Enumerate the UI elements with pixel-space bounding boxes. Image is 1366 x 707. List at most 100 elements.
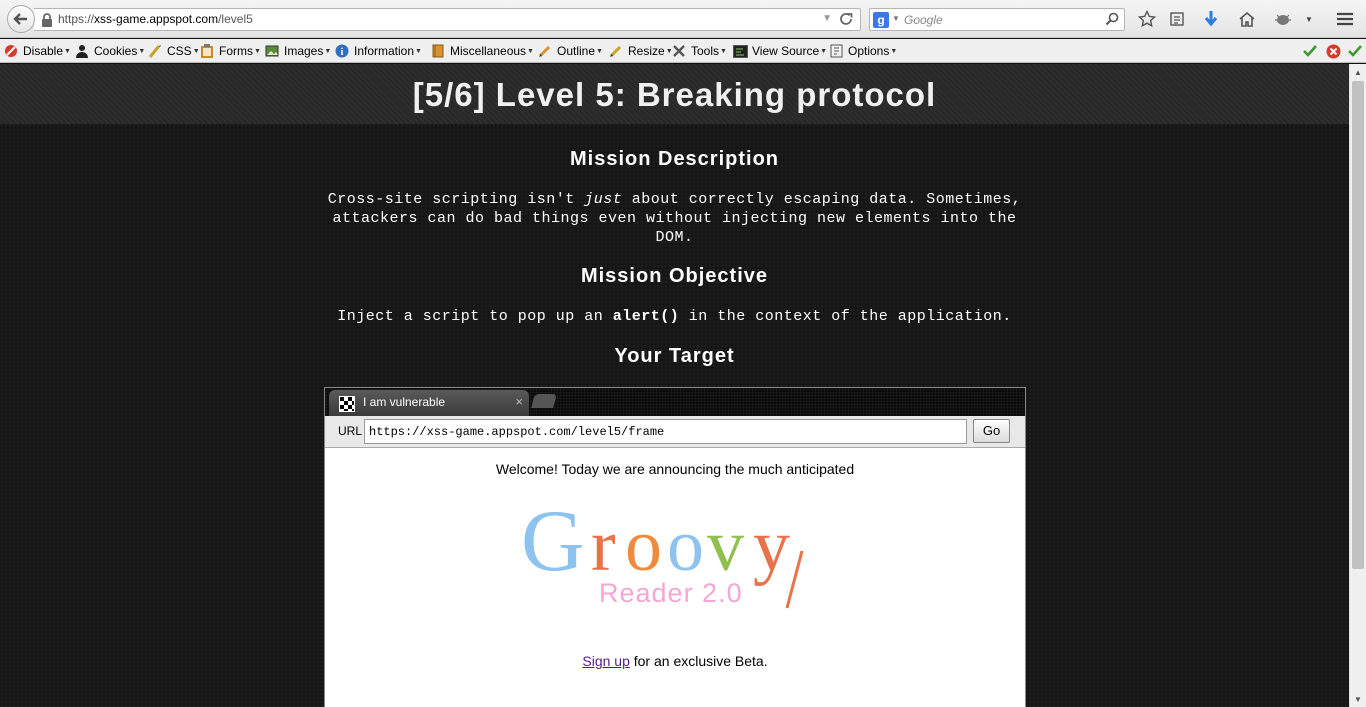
scrollbar-thumb[interactable]	[1352, 81, 1364, 569]
scroll-down-arrow-icon[interactable]: ▼	[1350, 691, 1366, 707]
mission-objective-heading: Mission Objective	[580, 265, 769, 287]
menu-icon[interactable]	[1335, 9, 1355, 29]
webdev-outline-button[interactable]: Outline ▼	[537, 42, 603, 60]
new-tab-icon[interactable]	[531, 394, 557, 408]
objective-code: alert()	[612, 308, 680, 325]
url-prefix: https://	[58, 12, 95, 26]
back-button[interactable]	[7, 5, 35, 33]
webdev-images-button[interactable]: Images ▼	[264, 42, 331, 60]
vertical-scrollbar[interactable]: ▲ ▼	[1349, 64, 1366, 707]
mission-description-emphasis: just	[584, 191, 623, 208]
webdev-forms-label: Forms	[219, 44, 253, 58]
frame-tab-label: I am vulnerable	[363, 395, 446, 409]
cookies-icon	[74, 43, 90, 59]
search-engine-dropdown-icon[interactable]: ▼	[892, 14, 900, 23]
webdev-resize-button[interactable]: Resize ▼	[608, 42, 673, 60]
webdev-information-label: Information	[354, 44, 415, 58]
error-status-icon[interactable]	[1325, 43, 1341, 59]
objective-pre: Inject a script to pop up an	[337, 308, 613, 325]
reload-icon[interactable]	[838, 11, 854, 32]
url-text: https://xss-game.appspot.com/level5	[58, 12, 253, 26]
webdev-miscellaneous-button[interactable]: Miscellaneous ▼	[430, 42, 534, 60]
webdev-information-button[interactable]: i Information ▼	[334, 42, 422, 60]
search-placeholder: Google	[904, 13, 943, 27]
go-button[interactable]: Go	[973, 419, 1010, 443]
resize-icon	[608, 43, 624, 59]
address-bar[interactable]: https://xss-game.appspot.com/level5 ▼	[34, 8, 861, 31]
firebug-icon[interactable]	[1273, 9, 1293, 29]
webdev-images-label: Images	[284, 44, 324, 58]
webdev-view-source-button[interactable]: View Source ▼	[732, 42, 827, 60]
close-icon[interactable]: ×	[515, 394, 523, 409]
webdev-resize-label: Resize	[628, 44, 665, 58]
logo-letter-r: r	[591, 505, 616, 587]
scroll-up-arrow-icon[interactable]: ▲	[1350, 64, 1366, 80]
page-viewport: [5/6] Level 5: Breaking protocol Mission…	[0, 64, 1349, 707]
webdev-disable-button[interactable]: Disable ▼	[3, 42, 71, 60]
groovy-reader-logo: G r o o v y Reader 2.0	[521, 496, 804, 609]
view-source-icon	[732, 43, 748, 59]
web-developer-toolbar: Disable ▼ Cookies ▼ CSS ▼ Forms ▼ Images ▼ i …	[0, 39, 1366, 63]
checkered-favicon-icon	[339, 396, 355, 412]
url-path: /level5	[218, 12, 253, 26]
options-icon	[828, 43, 844, 59]
url-host: xss-game.appspot.com	[94, 12, 219, 26]
webdev-tools-label: Tools	[691, 44, 720, 58]
webdev-forms-button[interactable]: Forms ▼	[199, 42, 261, 60]
webdev-outline-label: Outline	[557, 44, 596, 58]
webdev-miscellaneous-label: Miscellaneous	[450, 44, 527, 58]
webdev-cookies-button[interactable]: Cookies ▼	[74, 42, 145, 60]
frame-url-row: URL https://xss-game.appspot.com/level5/…	[325, 416, 1025, 448]
home-icon[interactable]	[1237, 9, 1257, 29]
frame-url-label: URL	[338, 424, 363, 438]
information-icon: i	[334, 43, 350, 59]
webdev-css-button[interactable]: CSS ▼	[147, 42, 200, 60]
welcome-text: Welcome! Today we are announcing the muc…	[495, 461, 855, 477]
miscellaneous-icon	[430, 43, 446, 59]
search-icon[interactable]	[1105, 12, 1119, 31]
svg-text:i: i	[341, 47, 344, 58]
logo-letter-G: G	[521, 496, 585, 590]
search-bar[interactable]: g ▼ Google	[869, 8, 1125, 31]
webdev-view-source-label: View Source	[752, 44, 820, 58]
page-title: [5/6] Level 5: Breaking protocol	[412, 76, 937, 113]
download-icon[interactable]	[1201, 9, 1221, 29]
outline-icon	[537, 43, 553, 59]
browser-navbar: https://xss-game.appspot.com/level5 ▼ g …	[0, 0, 1366, 38]
webdev-tools-button[interactable]: Tools ▼	[671, 42, 727, 60]
logo-letter-o1: o	[625, 505, 662, 587]
webdev-disable-label: Disable	[23, 44, 64, 58]
frame-url-input[interactable]: https://xss-game.appspot.com/level5/fram…	[364, 419, 967, 444]
forms-icon	[199, 43, 215, 59]
lock-icon	[41, 13, 53, 32]
tools-icon	[671, 43, 687, 59]
back-arrow-icon	[13, 13, 27, 25]
mission-description-heading: Mission Description	[569, 148, 780, 170]
mission-description-pre: Cross-site scripting isn't	[327, 191, 585, 208]
images-icon	[264, 43, 280, 59]
bookmarks-menu-icon[interactable]	[1167, 9, 1187, 29]
signup-line: Sign up for an exclusive Beta.	[325, 653, 1025, 669]
css-valid-check-icon[interactable]	[1302, 43, 1318, 59]
logo-letter-y: y	[753, 505, 790, 587]
mission-description-text: Cross-site scripting isn't just about co…	[320, 190, 1029, 247]
disable-icon	[3, 43, 19, 59]
logo-letter-v: v	[707, 505, 744, 587]
logo-subtitle: Reader 2.0	[599, 578, 743, 608]
webdev-options-label: Options	[848, 44, 890, 58]
google-icon: g	[873, 12, 889, 28]
objective-post: in the context of the application.	[679, 308, 1012, 325]
webdev-css-label: CSS	[167, 44, 192, 58]
mission-objective-text: Inject a script to pop up an alert() in …	[320, 307, 1029, 326]
bookmark-star-icon[interactable]	[1137, 9, 1157, 29]
frame-tabstrip: I am vulnerable ×	[325, 388, 1025, 416]
signup-link[interactable]: Sign up	[582, 653, 629, 669]
webdev-options-button[interactable]: Options ▼	[828, 42, 897, 60]
html-valid-check-icon[interactable]	[1347, 43, 1363, 59]
firebug-dropdown-icon[interactable]: ▼	[1299, 9, 1319, 29]
webdev-cookies-label: Cookies	[94, 44, 138, 58]
frame-tab[interactable]: I am vulnerable ×	[329, 390, 529, 416]
your-target-heading: Your Target	[614, 345, 735, 367]
css-icon	[147, 43, 163, 59]
history-dropdown-icon[interactable]: ▼	[822, 13, 832, 24]
